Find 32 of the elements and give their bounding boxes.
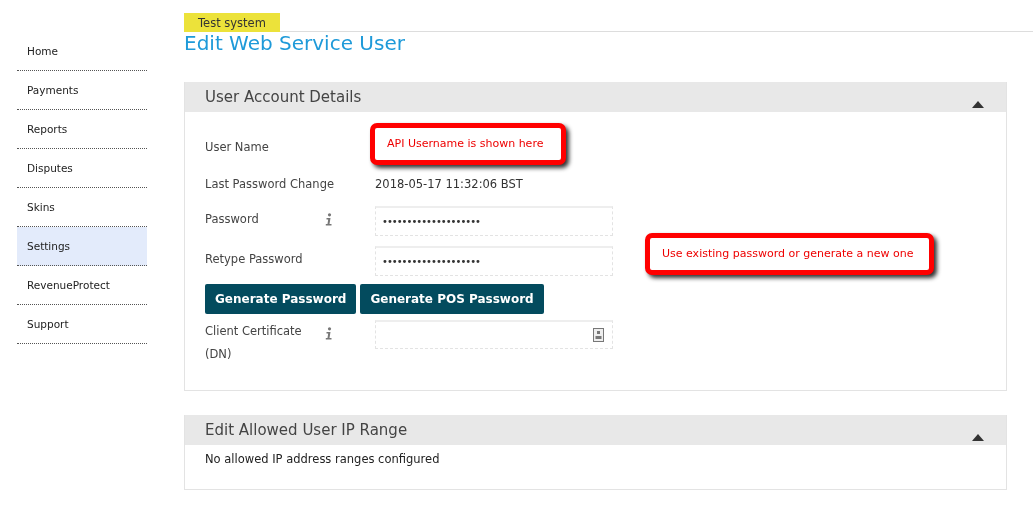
certificate-icon[interactable] — [593, 328, 604, 342]
field-label: Retype Password — [205, 251, 304, 268]
sidebar-item[interactable]: RevenueProtect — [17, 266, 147, 305]
info-icon[interactable] — [325, 327, 333, 340]
panel-title: Edit Allowed User IP Range — [205, 421, 408, 439]
panel-header[interactable]: User Account Details — [185, 82, 1006, 112]
collapse-caret-icon[interactable] — [972, 101, 984, 108]
generate-button[interactable]: Generate Password — [205, 284, 357, 314]
sidebar-item[interactable]: Disputes — [17, 149, 147, 188]
annotation-callout: Use existing password or generate a new one — [645, 233, 934, 275]
info-icon[interactable] — [325, 213, 333, 226]
field-label: User Name — [205, 139, 270, 156]
sidebar-item[interactable]: Support — [17, 305, 147, 344]
sidebar-item[interactable]: Settings — [17, 227, 147, 266]
password-field[interactable]: •••••••••••••••••••• — [375, 206, 613, 236]
generate-button[interactable]: Generate POS Password — [360, 284, 544, 314]
sidebar-item[interactable]: Home — [17, 32, 147, 71]
empty-message: No allowed IP address ranges configured — [205, 452, 440, 466]
certificate-field[interactable] — [375, 320, 613, 349]
panel-title: User Account Details — [205, 88, 362, 106]
panel-header[interactable]: Edit Allowed User IP Range — [185, 415, 1006, 445]
field-label: Client Certificate (DN) — [205, 323, 303, 363]
collapse-caret-icon[interactable] — [972, 434, 984, 441]
password-field[interactable]: •••••••••••••••••••• — [375, 246, 613, 276]
page-title: Edit Web Service User — [184, 32, 406, 54]
annotation-callout: API Username is shown here — [370, 123, 566, 165]
sidebar-item[interactable]: Payments — [17, 71, 147, 110]
field-label: Password — [205, 211, 260, 228]
field-label: Last Password Change — [205, 176, 335, 193]
sidebar-item[interactable]: Reports — [17, 110, 147, 149]
environment-badge: Test system — [184, 13, 280, 32]
field-value: 2018-05-17 11:32:06 BST — [375, 176, 523, 193]
